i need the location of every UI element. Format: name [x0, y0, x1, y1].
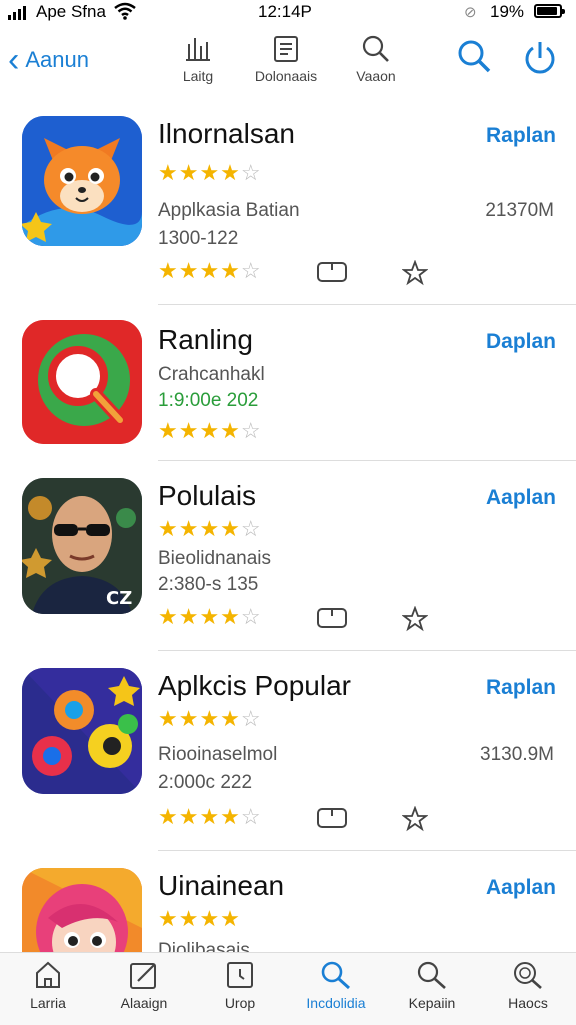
app-subtitle: Applkasia Batian	[158, 200, 300, 221]
home-icon	[0, 959, 96, 995]
rating-stars: ★★★★	[158, 906, 241, 931]
share-icon[interactable]	[316, 806, 348, 835]
app-name: Ilnornalsan	[158, 118, 295, 149]
app-subtitle: Riooinaselmol	[158, 744, 278, 765]
search-icon	[458, 40, 491, 73]
get-button[interactable]: Raplan	[486, 676, 556, 700]
nav-tab-search[interactable]: Vaaon	[336, 34, 416, 84]
chevron-left-icon: ‹	[8, 41, 20, 79]
tab-clock[interactable]: Urop	[192, 959, 288, 1011]
app-name: Aplkcis Popular	[158, 670, 351, 701]
divider	[158, 850, 576, 851]
rating-stars: ★★★★☆	[158, 706, 262, 731]
tab-label: Alaaign	[120, 995, 168, 1011]
battery-icon	[534, 4, 565, 18]
search-icon	[480, 959, 576, 995]
rating-stars: ★★★★☆	[158, 418, 262, 443]
search-icon	[288, 959, 384, 995]
divider	[158, 304, 576, 305]
orientation-lock-icon: ⊘	[464, 4, 477, 21]
nav-tab-label: Dolonaais	[254, 68, 318, 84]
tab-search-3[interactable]: Haocs	[480, 959, 576, 1011]
app-subtitle: Bieolidnanais	[158, 548, 272, 569]
back-button[interactable]: ‹ Aanun	[8, 40, 89, 80]
get-button[interactable]: Aaplan	[486, 876, 556, 900]
tab-edit[interactable]: Alaaign	[96, 959, 192, 1011]
list-icon	[246, 34, 326, 68]
rating-stars: ★★★★☆	[158, 804, 262, 829]
tab-label: Larria	[30, 995, 66, 1011]
search-icon	[384, 959, 480, 995]
get-button[interactable]: Aaplan	[486, 486, 556, 510]
nav-tab-label: Laitg	[182, 68, 214, 84]
nav-tab-label: Vaaon	[356, 68, 396, 84]
app-name: Ranling	[158, 324, 253, 355]
nav-tab-downloads[interactable]: Dolonaais	[246, 34, 326, 84]
star-icon[interactable]	[401, 605, 429, 637]
app-icon-magnifier[interactable]	[22, 320, 142, 444]
rating-stars: ★★★★☆	[158, 258, 262, 283]
rating-stars: ★★★★☆	[158, 160, 262, 185]
share-icon[interactable]	[316, 606, 348, 635]
app-icon-fox[interactable]	[22, 116, 142, 246]
power-icon	[525, 42, 555, 74]
app-meta: 2:000c 222	[158, 772, 253, 793]
svg-text:CZ: CZ	[106, 588, 132, 609]
star-icon[interactable]	[401, 805, 429, 837]
get-button[interactable]: Daplan	[486, 330, 556, 354]
account-button[interactable]	[522, 38, 558, 83]
app-meta: 1300-122	[158, 228, 239, 249]
search-button[interactable]	[456, 38, 492, 79]
tab-label: Incdolidia	[306, 995, 366, 1011]
clock-icon	[192, 959, 288, 995]
back-label: Aanun	[25, 47, 89, 72]
app-meta: 1:9:00e 202	[158, 390, 259, 411]
tab-label: Urop	[224, 995, 256, 1011]
nav-tab-charts[interactable]: Laitg	[158, 34, 238, 84]
tab-home[interactable]: Larria	[0, 959, 96, 1011]
app-name: Polulais	[158, 480, 257, 511]
app-size: 21370M	[485, 200, 554, 221]
get-button[interactable]: Raplan	[486, 124, 556, 148]
tab-bar: Larria Alaaign Urop Incdolidia Kepaiin H…	[0, 952, 576, 1025]
rating-stars: ★★★★☆	[158, 604, 262, 629]
wifi-icon	[114, 2, 136, 25]
clock-time: 12:14P	[258, 2, 312, 21]
app-name: Uinainean	[158, 870, 285, 901]
app-icon-bubbles[interactable]	[22, 668, 142, 794]
divider	[158, 650, 576, 651]
app-subtitle: Crahcanhakl	[158, 364, 265, 385]
search-icon	[336, 34, 416, 68]
edit-icon	[96, 959, 192, 995]
carrier-label: Ape Sfna	[36, 2, 106, 21]
signal-icon	[8, 6, 26, 20]
status-bar: Ape Sfna 12:14P ⊘ 19%	[0, 0, 576, 26]
app-icon-portrait[interactable]: CZ	[22, 478, 142, 614]
share-icon[interactable]	[316, 260, 348, 289]
nav-bar: ‹ Aanun Laitg Dolonaais Vaaon	[0, 26, 576, 102]
battery-percent: 19%	[490, 2, 525, 21]
chart-icon	[158, 34, 238, 68]
rating-stars: ★★★★☆	[158, 516, 262, 541]
app-size: 3130.9M	[480, 744, 554, 765]
app-meta: 2:380-s 135	[158, 574, 259, 595]
tab-label: Kepaiin	[408, 995, 456, 1011]
star-icon[interactable]	[401, 259, 429, 291]
tab-search-2[interactable]: Kepaiin	[384, 959, 480, 1011]
divider	[158, 460, 576, 461]
tab-search-active[interactable]: Incdolidia	[288, 959, 384, 1011]
tab-label: Haocs	[508, 995, 548, 1011]
